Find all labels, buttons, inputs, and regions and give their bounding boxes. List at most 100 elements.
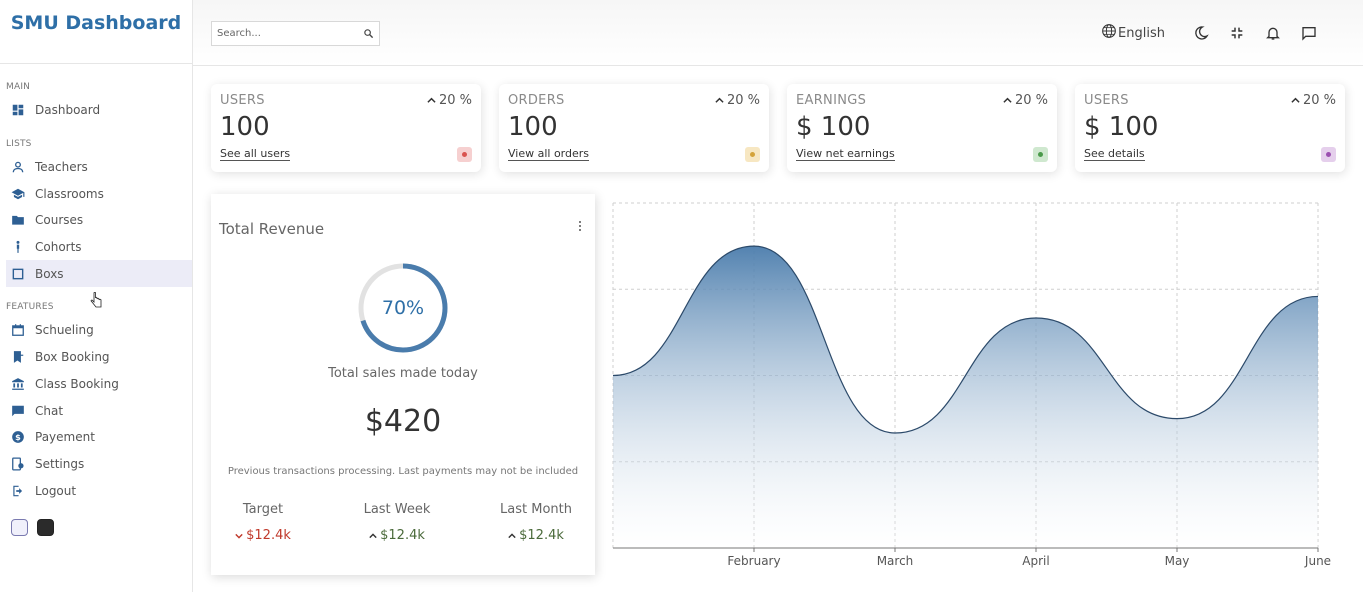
widget-badge-icon	[457, 147, 472, 162]
featured-amount: $420	[364, 404, 442, 439]
x-tick-label: April	[1022, 554, 1049, 568]
language-label: English	[1118, 25, 1165, 41]
bank-icon	[11, 377, 25, 391]
sidebar-item-class-booking[interactable]: Class Booking	[0, 371, 192, 398]
sidebar-item-courses[interactable]: Courses	[0, 207, 192, 234]
progress-label: 70%	[381, 297, 425, 319]
chevron-up-icon	[1003, 97, 1012, 103]
sidebar-item-settings[interactable]: Settings	[0, 451, 192, 478]
sidebar-item-label: Teachers	[35, 160, 88, 175]
theme-switcher	[11, 519, 54, 536]
sidebar-item-teachers[interactable]: Teachers	[0, 154, 192, 181]
widget-value: $ 100	[796, 112, 871, 142]
sidebar-item-box-booking[interactable]: Box Booking	[0, 344, 192, 371]
x-tick-label: May	[1165, 554, 1190, 568]
chevron-up-icon	[508, 532, 516, 538]
mouse-cursor	[90, 292, 102, 308]
sidebar-item-dashboard[interactable]: Dashboard	[0, 97, 192, 124]
sidebar-nav: MAIN Dashboard LISTS Teachers Classrooms Cour…	[0, 64, 192, 504]
sidebar-item-label: Class Booking	[35, 376, 119, 391]
sidebar-item-label: Payement	[35, 430, 95, 445]
widget-value: 100	[220, 112, 270, 142]
widget-link[interactable]: See details	[1084, 147, 1145, 161]
fullscreen-exit-icon[interactable]	[1219, 23, 1255, 43]
sidebar-item-schueling[interactable]: Schueling	[0, 317, 192, 344]
sidebar-item-label: Settings	[35, 456, 85, 471]
summary-title: Target	[242, 502, 284, 517]
widget-badge-icon	[745, 147, 760, 162]
chevron-up-icon	[427, 97, 436, 103]
widget-users: USERS 20 % $ 100 See details	[1075, 84, 1345, 172]
search-input[interactable]	[217, 28, 363, 39]
brand-title[interactable]: SMU Dashboard	[11, 12, 182, 34]
chevron-up-icon	[369, 532, 377, 538]
svg-text:$: $	[15, 432, 21, 442]
widget-link[interactable]: View all orders	[508, 147, 590, 161]
messages-icon[interactable]	[1291, 23, 1327, 43]
globe-icon	[1101, 23, 1118, 43]
widget-percentage-value: 20 %	[726, 93, 760, 108]
x-tick-label: March	[877, 554, 914, 568]
sidebar-item-logout[interactable]: Logout	[0, 477, 192, 504]
x-tick-label: February	[727, 554, 780, 568]
widget-badge-icon	[1033, 147, 1048, 162]
brand-header: SMU Dashboard	[0, 0, 192, 64]
area-fill	[613, 246, 1318, 548]
widget-percentage-value: 20 %	[1014, 93, 1048, 108]
featured-title: Total Revenue	[219, 220, 325, 238]
widget-badge-icon	[1321, 147, 1336, 162]
chevron-down-icon	[235, 533, 243, 539]
widget-percentage-value: 20 %	[1302, 93, 1336, 108]
widget-title: USERS	[220, 93, 265, 108]
widget-title: ORDERS	[508, 93, 565, 108]
search-box	[211, 21, 380, 46]
summary-value: $12.4k	[211, 528, 315, 543]
widget-percentage: 20 %	[1003, 93, 1048, 108]
summary-last-week: Last Week $12.4k	[342, 502, 452, 543]
header-actions: English	[1101, 23, 1327, 43]
chevron-up-icon	[1291, 97, 1300, 103]
widget-title: USERS	[1084, 93, 1129, 108]
notifications-icon[interactable]	[1255, 23, 1291, 43]
more-options-icon[interactable]	[577, 219, 583, 233]
summary-last-month: Last Month $12.4k	[481, 502, 591, 543]
widget-orders: ORDERS 20 % 100 View all orders	[499, 84, 769, 172]
section-title-lists: LISTS	[6, 138, 32, 149]
sidebar-item-boxs[interactable]: Boxs	[6, 260, 192, 288]
dark-theme-swatch[interactable]	[37, 519, 54, 536]
sidebar-item-payement[interactable]: $ Payement	[0, 424, 192, 451]
language-selector[interactable]: English	[1101, 23, 1165, 43]
chat-icon	[11, 404, 25, 418]
search-icon[interactable]	[363, 24, 374, 43]
summary-value: $12.4k	[342, 528, 452, 543]
sidebar-item-cohorts[interactable]: Cohorts	[0, 234, 192, 261]
sidebar-item-label: Box Booking	[35, 350, 110, 365]
area-chart-svg: February March April May June	[612, 202, 1331, 568]
square-icon	[11, 267, 25, 281]
settings-app-icon	[11, 457, 25, 471]
widget-earnings: EARNINGS 20 % $ 100 View net earnings	[787, 84, 1057, 172]
folder-icon	[11, 213, 25, 227]
widget-percentage: 20 %	[1291, 93, 1336, 108]
widget-link[interactable]: View net earnings	[796, 147, 895, 161]
total-revenue-card: Total Revenue 70% Total sales made today…	[211, 194, 595, 575]
light-theme-swatch[interactable]	[11, 519, 28, 536]
featured-note: Previous transactions processing. Last p…	[227, 466, 579, 477]
sidebar-item-chat[interactable]: Chat	[0, 397, 192, 424]
widget-title: EARNINGS	[796, 93, 867, 108]
sidebar-item-label: Logout	[35, 483, 77, 498]
x-tick-label: June	[1304, 554, 1331, 568]
widget-value: $ 100	[1084, 112, 1159, 142]
sidebar-item-classrooms[interactable]: Classrooms	[0, 180, 192, 207]
dark-mode-icon[interactable]	[1183, 23, 1219, 43]
widget-percentage: 20 %	[715, 93, 760, 108]
top-navbar: English	[193, 0, 1363, 66]
chevron-up-icon	[715, 97, 724, 103]
widget-value: 100	[508, 112, 558, 142]
sidebar-item-label: Schueling	[35, 323, 94, 338]
sidebar-item-label: Chat	[35, 403, 64, 418]
dashboard-icon	[11, 103, 25, 117]
sidebar-item-label: Cohorts	[35, 240, 82, 255]
sidebar-item-label: Classrooms	[35, 186, 104, 201]
widget-link[interactable]: See all users	[220, 147, 291, 161]
